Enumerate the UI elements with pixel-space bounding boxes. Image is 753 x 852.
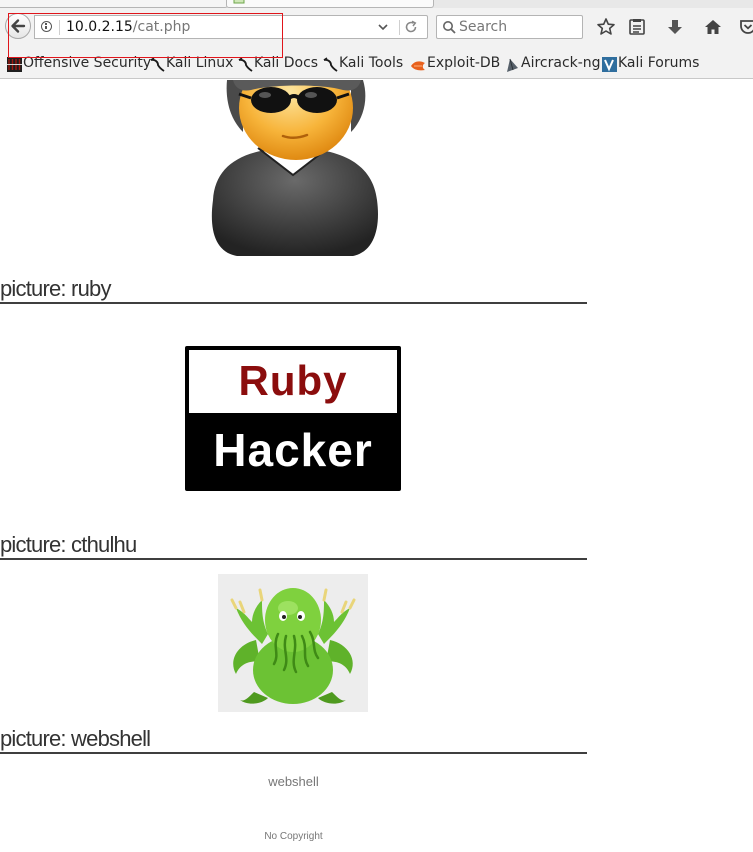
search-bar[interactable]: [436, 15, 583, 39]
info-icon[interactable]: [41, 21, 52, 32]
home-icon[interactable]: [703, 17, 723, 37]
reload-icon[interactable]: [403, 19, 419, 35]
url-bar[interactable]: 10.0.2.15/cat.php: [34, 15, 428, 39]
bookmark-label: Kali Docs: [254, 55, 319, 71]
ruby-hacker-top-panel: Ruby: [189, 350, 397, 413]
kali-dragon-icon: [238, 57, 253, 72]
ruby-text: Ruby: [238, 357, 348, 404]
pocket-icon[interactable]: [738, 17, 753, 37]
tab-favicon-icon: [233, 0, 245, 4]
url-host: 10.0.2.15: [66, 19, 133, 35]
browser-window: 10.0.2.15/cat.php Search Offensive Secur…: [0, 0, 753, 852]
bookmark-label: Kali Linux: [166, 55, 234, 71]
search-input[interactable]: [459, 17, 579, 37]
reading-list-icon[interactable]: [627, 17, 647, 37]
ruby-hacker-image: Ruby Hacker: [185, 346, 401, 491]
url-separator-2: [399, 20, 400, 35]
bookmarks-bar: Offensive Security Kali Linux Kali Docs …: [0, 48, 753, 79]
kali-forums-icon: [602, 57, 617, 72]
kali-dragon-icon: [323, 57, 338, 72]
tab-strip: [0, 0, 753, 8]
aircrack-icon: [507, 58, 518, 72]
page-content: picture: ruby Ruby Hacker picture: cthul…: [0, 80, 753, 852]
download-icon[interactable]: [665, 17, 685, 37]
bookmark-label: Aircrack-ng: [521, 55, 601, 71]
hacker-text: Hacker: [213, 424, 373, 476]
exploit-db-icon: [411, 61, 425, 71]
url-path: /cat.php: [132, 19, 191, 35]
search-icon: [443, 21, 456, 34]
back-arrow-icon: [11, 19, 26, 33]
picture-heading-cthulhu: picture: cthulhu: [0, 532, 587, 560]
hacker-avatar-image: [211, 80, 378, 256]
offensive-security-icon: [7, 57, 22, 72]
tab-active[interactable]: [226, 0, 434, 8]
webshell-image-alt: webshell: [268, 774, 319, 789]
bookmark-star-icon[interactable]: [596, 17, 616, 37]
picture-heading-webshell: picture: webshell: [0, 726, 587, 754]
bookmark-label: Kali Forums: [618, 55, 700, 71]
url-text[interactable]: 10.0.2.15/cat.php: [66, 18, 190, 36]
back-button[interactable]: [5, 13, 31, 39]
bookmark-label: Exploit-DB: [427, 55, 501, 71]
nav-toolbar: 10.0.2.15/cat.php: [0, 8, 753, 48]
dropdown-arrow-icon[interactable]: [375, 19, 391, 35]
footer-text: No Copyright: [264, 831, 323, 842]
bookmark-label: Offensive Security: [23, 55, 152, 71]
kali-dragon-icon: [150, 57, 165, 72]
tab-previous[interactable]: [0, 0, 228, 8]
cthulhu-image: [218, 574, 368, 712]
picture-heading-ruby: picture: ruby: [0, 276, 587, 304]
bookmark-label: Kali Tools: [339, 55, 404, 71]
url-separator: [59, 20, 60, 35]
